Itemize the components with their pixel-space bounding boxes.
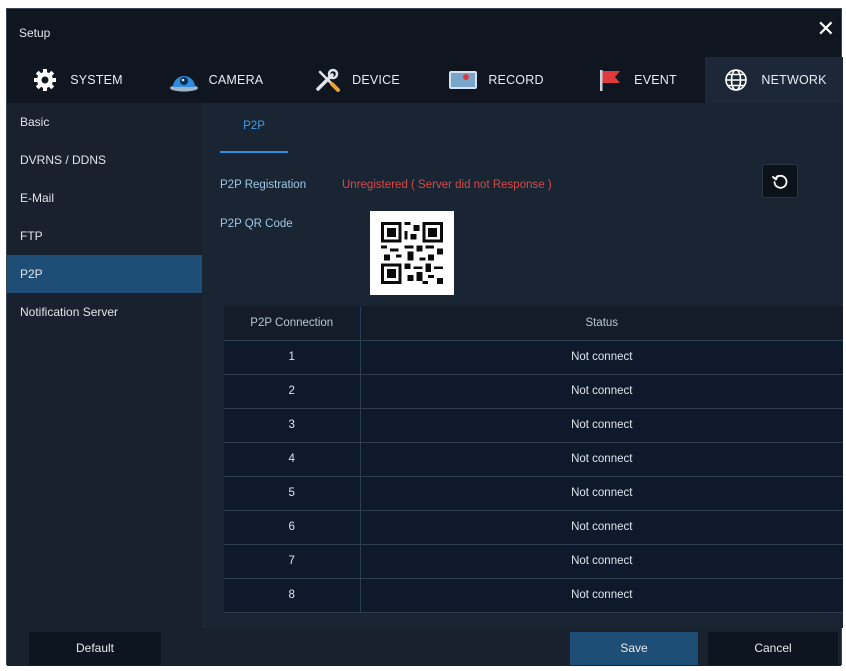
p2p-connection-table: P2P Connection Status 1 Not connect 2 Not … <box>224 306 843 613</box>
sidebar-item-basic[interactable]: Basic <box>7 103 202 141</box>
table-row: 6 Not connect <box>224 510 843 545</box>
sidebar-item-p2p[interactable]: P2P <box>7 255 202 293</box>
connection-status: Not connect <box>360 408 843 443</box>
connection-number: 2 <box>224 374 361 409</box>
gear-icon <box>34 69 57 91</box>
globe-icon <box>725 69 748 91</box>
title-bar: Setup ✕ <box>7 9 841 57</box>
flag-icon <box>600 70 621 91</box>
connection-status: Not connect <box>360 340 843 375</box>
qr-code-graphic <box>381 222 443 284</box>
tab-camera-label: CAMERA <box>208 73 264 87</box>
close-icon[interactable]: ✕ <box>817 18 835 40</box>
connection-status: Not connect <box>360 442 843 477</box>
tab-camera[interactable]: CAMERA <box>146 57 286 103</box>
connection-number: 5 <box>224 476 361 511</box>
sidebar-item-email[interactable]: E-Mail <box>7 179 202 217</box>
tab-device-label: DEVICE <box>352 73 400 87</box>
connection-number: 4 <box>224 442 361 477</box>
tab-network[interactable]: NETWORK <box>705 57 843 103</box>
table-row: 8 Not connect <box>224 578 843 613</box>
registration-label: P2P Registration <box>220 179 307 191</box>
table-row: 4 Not connect <box>224 442 843 477</box>
default-button[interactable]: Default <box>29 632 161 665</box>
p2p-panel: P2P P2P Registration Unregistered ( Serv… <box>202 103 843 628</box>
window-title: Setup <box>19 26 51 40</box>
column-header-connection: P2P Connection <box>224 306 361 341</box>
save-button[interactable]: Save <box>570 632 698 665</box>
tab-record-label: RECORD <box>488 73 544 87</box>
tab-event[interactable]: EVENT <box>566 57 705 103</box>
qr-code-label: P2P QR Code <box>220 218 293 230</box>
sidebar: Basic DVRNS / DDNS E-Mail FTP P2P Notifi… <box>7 103 202 628</box>
tab-event-label: EVENT <box>634 73 677 87</box>
tab-device[interactable]: DEVICE <box>286 57 426 103</box>
table-row: 7 Not connect <box>224 544 843 579</box>
subtab-p2p[interactable]: P2P <box>220 103 288 153</box>
setup-window: Setup ✕ SYSTEM CAMERA DEVICE RECORD EVEN… <box>6 8 843 666</box>
camera-icon <box>169 76 198 92</box>
connection-status: Not connect <box>360 544 843 579</box>
connection-status: Not connect <box>360 374 843 409</box>
tools-icon <box>316 68 341 92</box>
connection-status: Not connect <box>360 510 843 545</box>
connection-number: 1 <box>224 340 361 375</box>
table-row: 2 Not connect <box>224 374 843 409</box>
column-header-status: Status <box>360 306 843 341</box>
cancel-button[interactable]: Cancel <box>708 632 838 665</box>
table-row: 5 Not connect <box>224 476 843 511</box>
table-header-row: P2P Connection Status <box>224 306 843 341</box>
tab-system[interactable]: SYSTEM <box>7 57 146 103</box>
table-row: 3 Not connect <box>224 408 843 443</box>
sidebar-item-ftp[interactable]: FTP <box>7 217 202 255</box>
connection-number: 8 <box>224 578 361 613</box>
connection-number: 6 <box>224 510 361 545</box>
connection-number: 7 <box>224 544 361 579</box>
connection-status: Not connect <box>360 476 843 511</box>
connection-number: 3 <box>224 408 361 443</box>
sidebar-item-dvrns-ddns[interactable]: DVRNS / DDNS <box>7 141 202 179</box>
refresh-button[interactable] <box>762 164 798 198</box>
sidebar-item-notification-server[interactable]: Notification Server <box>7 293 202 331</box>
tab-network-label: NETWORK <box>761 73 827 87</box>
tab-record[interactable]: RECORD <box>426 57 566 103</box>
main-tabs: SYSTEM CAMERA DEVICE RECORD EVENT NETWOR… <box>7 57 843 103</box>
record-icon <box>449 71 478 89</box>
registration-status: Unregistered ( Server did not Response ) <box>342 179 552 191</box>
table-row: 1 Not connect <box>224 340 843 375</box>
footer-bar: Default Save Cancel <box>7 628 841 666</box>
refresh-icon <box>772 174 788 189</box>
connection-status: Not connect <box>360 578 843 613</box>
qr-code-image <box>370 211 454 295</box>
tab-system-label: SYSTEM <box>70 73 123 87</box>
